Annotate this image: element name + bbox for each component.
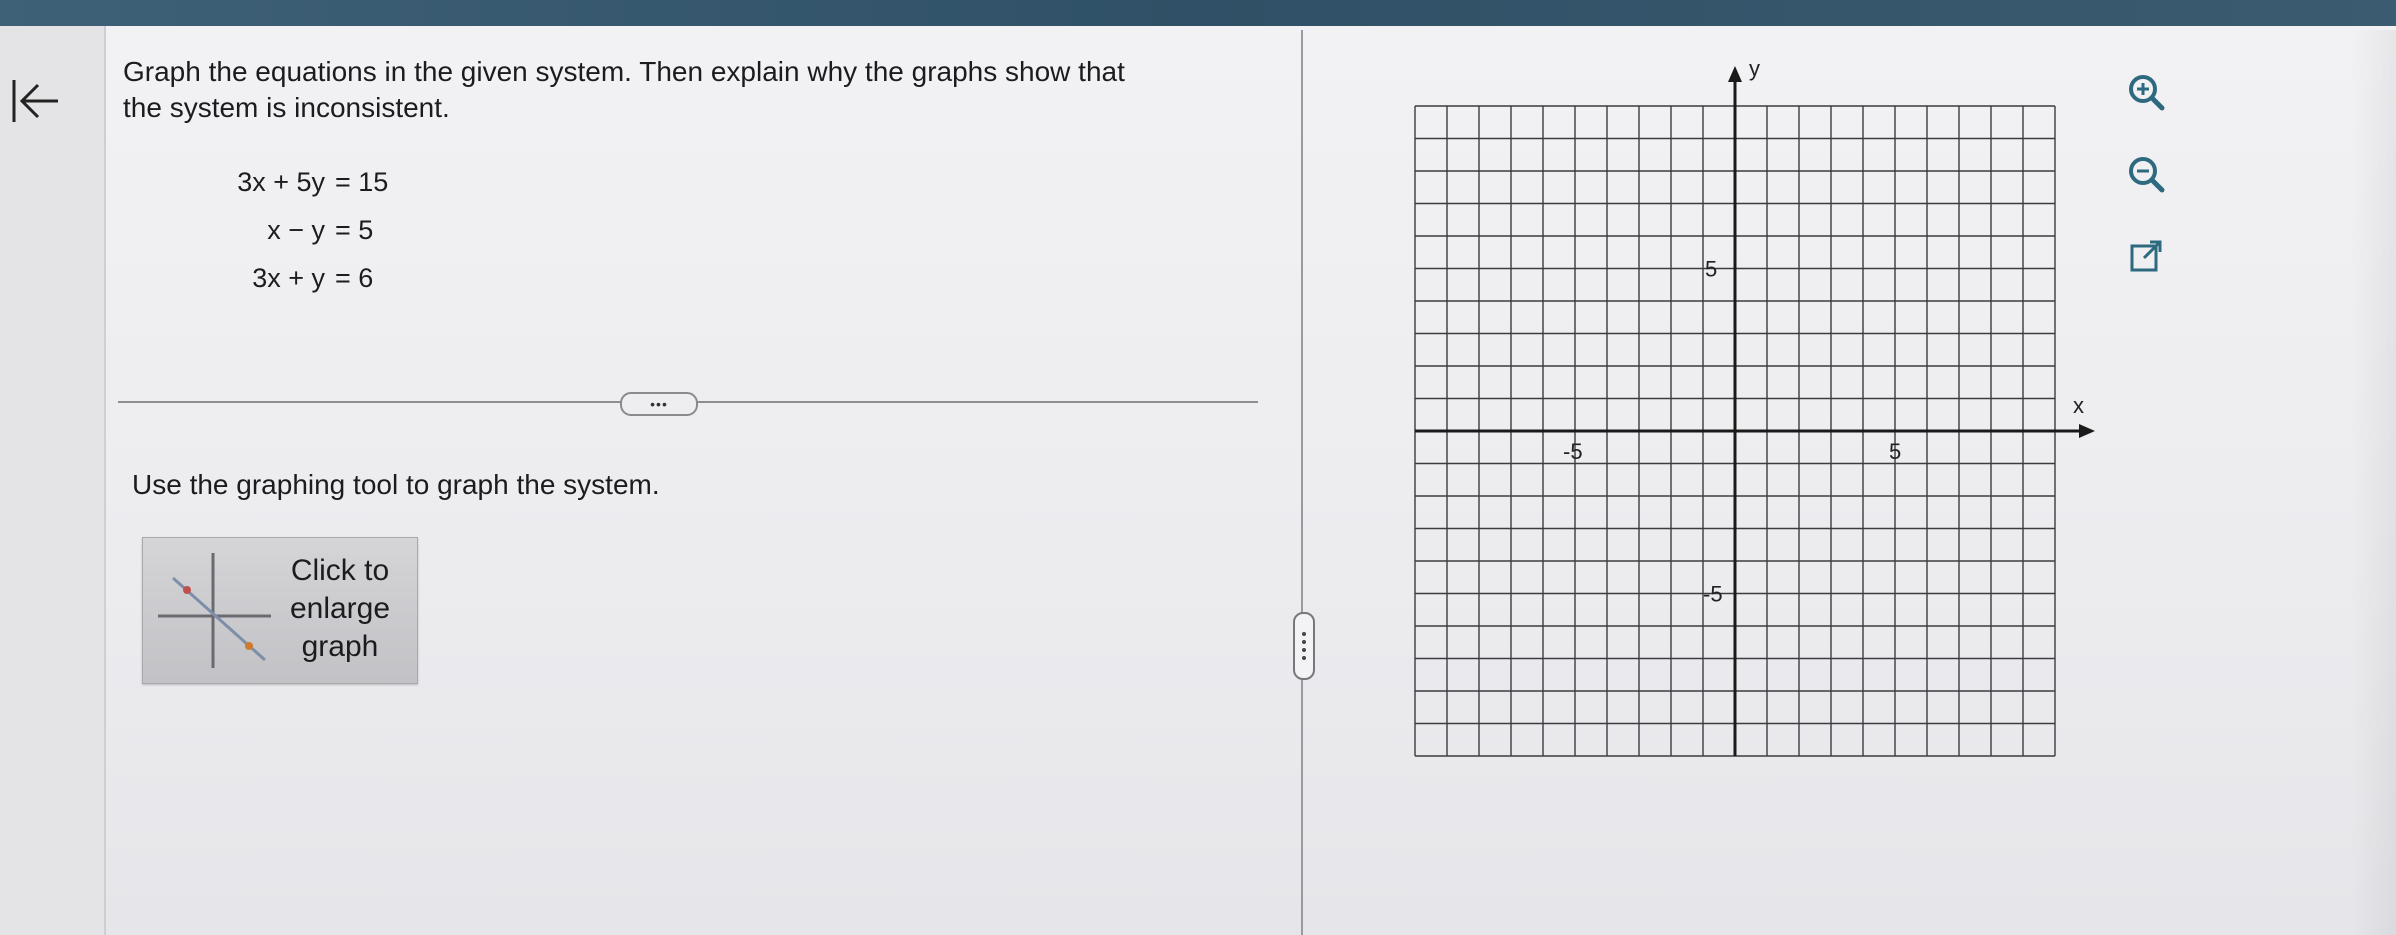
collapse-left-icon <box>12 80 58 122</box>
panel-splitter[interactable] <box>1301 30 1303 935</box>
enlarge-graph-button[interactable]: Click to enlarge graph <box>142 537 418 684</box>
enlarge-label-line: Click to <box>290 554 390 587</box>
expand-more-button[interactable]: ••• <box>620 392 698 416</box>
more-label: ••• <box>650 396 668 412</box>
enlarge-label-line: graph <box>301 630 379 663</box>
equation-lhs: 3x + y <box>252 263 325 293</box>
equation-lhs: 3x + 5y <box>237 167 325 197</box>
graph-thumbnail-icon <box>158 553 271 668</box>
coordinate-graph[interactable]: x y -5 5 5 -5 <box>1380 56 2110 776</box>
zoom-in-icon <box>2129 75 2165 111</box>
equation-row: 3x + 5y = 15 <box>215 158 415 206</box>
enlarge-label: Click to enlarge graph <box>265 552 415 666</box>
question-line-1: Graph the equations in the given system.… <box>123 56 1125 87</box>
equation-rhs: = 6 <box>335 263 374 293</box>
tick-label-y-neg: -5 <box>1703 582 1723 607</box>
graph-toolbar <box>2122 68 2172 314</box>
zoom-out-button[interactable] <box>2122 150 2170 198</box>
tick-label-y-pos: 5 <box>1705 257 1717 282</box>
right-edge-shade <box>2350 30 2396 935</box>
equation-rhs: = 15 <box>335 167 389 197</box>
equation-row: x − y = 5 <box>215 206 415 254</box>
tick-label-x-pos: 5 <box>1889 439 1901 464</box>
enlarge-label-line: enlarge <box>289 592 391 625</box>
instruction-text: Use the graphing tool to graph the syste… <box>132 469 660 500</box>
equation-lhs: x − y <box>267 215 325 245</box>
axes <box>1415 66 2095 756</box>
y-axis-arrow <box>1728 66 1742 82</box>
x-axis-label: x <box>2073 393 2084 418</box>
external-link-icon <box>2130 240 2162 272</box>
open-external-button[interactable] <box>2122 232 2170 280</box>
left-navigation-strip <box>0 26 106 935</box>
zoom-in-button[interactable] <box>2122 68 2170 116</box>
x-axis-arrow <box>2079 424 2095 438</box>
question-line-2: the system is inconsistent. <box>123 92 450 123</box>
question-text: Graph the equations in the given system.… <box>123 54 1243 126</box>
equation-row: 3x + y = 6 <box>215 254 415 302</box>
tick-label-x-neg: -5 <box>1563 439 1583 464</box>
equation-rhs: = 5 <box>335 215 374 245</box>
splitter-handle[interactable] <box>1293 612 1315 680</box>
drag-dots-icon <box>1302 632 1306 660</box>
y-axis-label: y <box>1749 56 1760 81</box>
back-button[interactable] <box>6 72 64 130</box>
zoom-out-icon <box>2129 157 2165 193</box>
equation-system: 3x + 5y = 15 x − y = 5 3x + y = 6 <box>215 158 415 302</box>
